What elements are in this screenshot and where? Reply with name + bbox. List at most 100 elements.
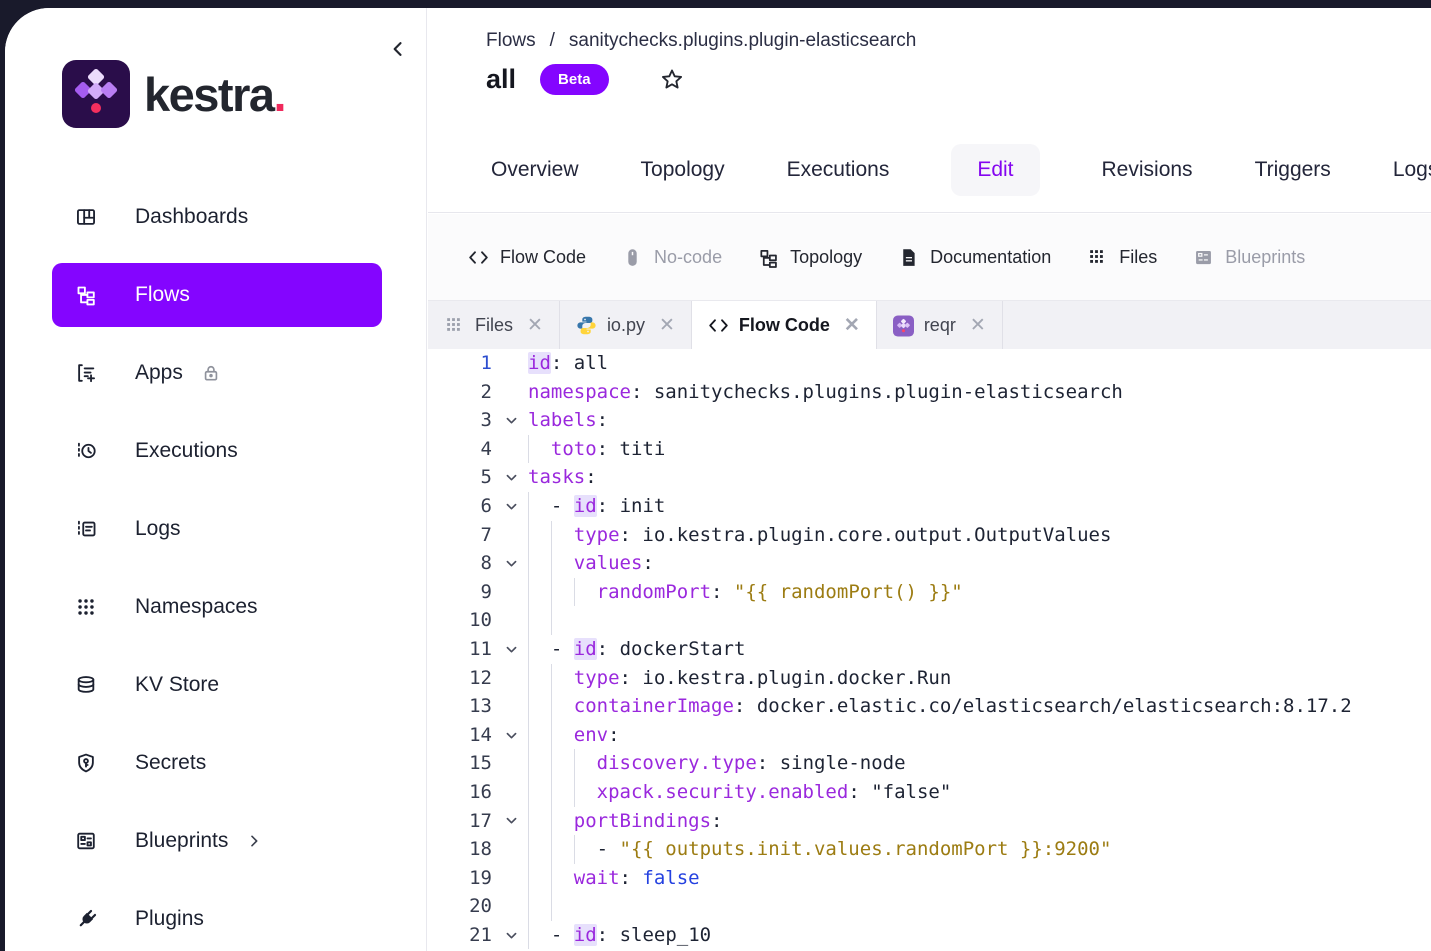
tab-executions[interactable]: Executions [787,158,890,182]
editor-tab-files[interactable]: Files✕ [428,301,560,349]
toolbar-item-documentation[interactable]: Documentation [898,247,1051,268]
code-line[interactable]: 16 xpack.security.enabled: "false" [428,778,1431,807]
code-line[interactable]: 1id: all [428,349,1431,378]
line-number: 9 [428,578,492,607]
close-icon[interactable]: ✕ [527,314,543,337]
star-icon[interactable] [659,67,685,93]
toolbar-item-blueprints[interactable]: Blueprints [1193,247,1305,268]
blueprint-card-icon [1193,247,1214,268]
tab-revisions[interactable]: Revisions [1102,158,1193,182]
code-line[interactable]: 6 - id: init [428,492,1431,521]
sidebar-item-apps[interactable]: Apps [52,341,382,405]
code-line[interactable]: 5tasks: [428,463,1431,492]
code-editor[interactable]: 1id: all2namespace: sanitychecks.plugins… [428,349,1431,951]
toolbar-item-no-code[interactable]: No-code [622,247,722,268]
sidebar: kestra. Dashboards Flows Apps Executions Log… [5,8,427,951]
code-text: type: io.kestra.plugin.docker.Run [528,664,951,693]
kestra-mini-icon [893,315,914,336]
sidebar-item-namespaces[interactable]: Namespaces [52,575,382,639]
editor-tab-label: Flow Code [739,315,830,336]
editor-tab-label: io.py [607,315,645,336]
toolbar-item-flow-code[interactable]: Flow Code [468,247,586,268]
line-number: 2 [428,378,492,407]
sidebar-item-label: Logs [135,517,181,541]
code-line[interactable]: 18 - "{{ outputs.init.values.randomPort … [428,835,1431,864]
code-icon [468,247,489,268]
code-line[interactable]: 9 randomPort: "{{ randomPort() }}" [428,578,1431,607]
dashboards-icon [75,203,103,231]
code-line[interactable]: 7 type: io.kestra.plugin.core.output.Out… [428,521,1431,550]
code-line[interactable]: 2namespace: sanitychecks.plugins.plugin-… [428,378,1431,407]
executions-icon [75,437,103,465]
breadcrumb-separator: / [550,30,555,52]
sidebar-item-blueprints[interactable]: Blueprints [52,809,382,873]
code-text [528,892,574,921]
sidebar-collapse-button[interactable] [383,34,413,64]
chevron-right-icon[interactable] [246,833,262,849]
fold-chevron-icon[interactable] [498,549,524,578]
code-line[interactable]: 14 env: [428,721,1431,750]
code-line[interactable]: 19 wait: false [428,864,1431,893]
code-line[interactable]: 13 containerImage: docker.elastic.co/ela… [428,692,1431,721]
line-number: 13 [428,692,492,721]
fold-chevron-icon[interactable] [498,807,524,836]
toolbar-item-topology[interactable]: Topology [758,247,862,268]
tab-edit[interactable]: Edit [951,144,1039,196]
fold-chevron-icon[interactable] [498,721,524,750]
sidebar-item-label: Dashboards [135,205,248,229]
kestra-logo-text: kestra. [144,67,285,122]
close-icon[interactable]: ✕ [659,314,675,337]
logo-dot: . [274,68,286,121]
sidebar-item-kv-store[interactable]: KV Store [52,653,382,717]
code-line[interactable]: 4 toto: titi [428,435,1431,464]
toolbar-item-files[interactable]: Files [1087,247,1157,268]
breadcrumb-item[interactable]: Flows [486,30,536,52]
close-icon[interactable]: ✕ [970,314,986,337]
sidebar-item-label: KV Store [135,673,219,697]
sidebar-item-flows[interactable]: Flows [52,263,382,327]
editor-tab-reqr[interactable]: reqr✕ [877,301,1003,349]
code-line[interactable]: 12 type: io.kestra.plugin.docker.Run [428,664,1431,693]
tab-logs[interactable]: Logs [1393,158,1431,182]
close-icon[interactable]: ✕ [844,314,860,337]
tab-triggers[interactable]: Triggers [1255,158,1331,182]
sidebar-item-plugins[interactable]: Plugins [52,887,382,951]
sidebar-item-executions[interactable]: Executions [52,419,382,483]
sidebar-item-logs[interactable]: Logs [52,497,382,561]
code-text: containerImage: docker.elastic.co/elasti… [528,692,1352,721]
code-line[interactable]: 20 [428,892,1431,921]
python-icon [576,315,597,336]
fold-chevron-icon[interactable] [498,463,524,492]
line-number: 15 [428,749,492,778]
fold-chevron-icon[interactable] [498,492,524,521]
editor-tab-io-py[interactable]: io.py ✕ [560,301,692,349]
code-text: env: [528,721,620,750]
kvstore-icon [75,671,103,699]
line-number: 12 [428,664,492,693]
code-line[interactable]: 17 portBindings: [428,807,1431,836]
main-content: Flows / sanitychecks.plugins.plugin-elasti… [428,8,1431,951]
code-line[interactable]: 10 [428,606,1431,635]
breadcrumb-item[interactable]: sanitychecks.plugins.plugin-elasticsearc… [569,30,916,52]
code-text: - id: dockerStart [528,635,745,664]
fold-chevron-icon[interactable] [498,406,524,435]
code-line[interactable]: 15 discovery.type: single-node [428,749,1431,778]
code-line[interactable]: 21 - id: sleep_10 [428,921,1431,950]
kestra-logo[interactable]: kestra. [62,60,285,128]
toolbar-item-label: Documentation [930,247,1051,268]
sidebar-item-dashboards[interactable]: Dashboards [52,185,382,249]
fold-chevron-icon[interactable] [498,635,524,664]
editor-tabstrip: Files✕io.py✕Flow Code✕reqr✕ [428,301,1431,349]
line-number: 21 [428,921,492,950]
fold-chevron-icon[interactable] [498,921,524,950]
sidebar-item-secrets[interactable]: Secrets [52,731,382,795]
code-line[interactable]: 11 - id: dockerStart [428,635,1431,664]
mouse-icon [622,247,643,268]
line-number: 6 [428,492,492,521]
code-line[interactable]: 8 values: [428,549,1431,578]
code-line[interactable]: 3labels: [428,406,1431,435]
page-title: all [486,64,516,95]
editor-tab-flow-code[interactable]: Flow Code ✕ [692,301,877,349]
tab-overview[interactable]: Overview [491,158,579,182]
tab-topology[interactable]: Topology [641,158,725,182]
